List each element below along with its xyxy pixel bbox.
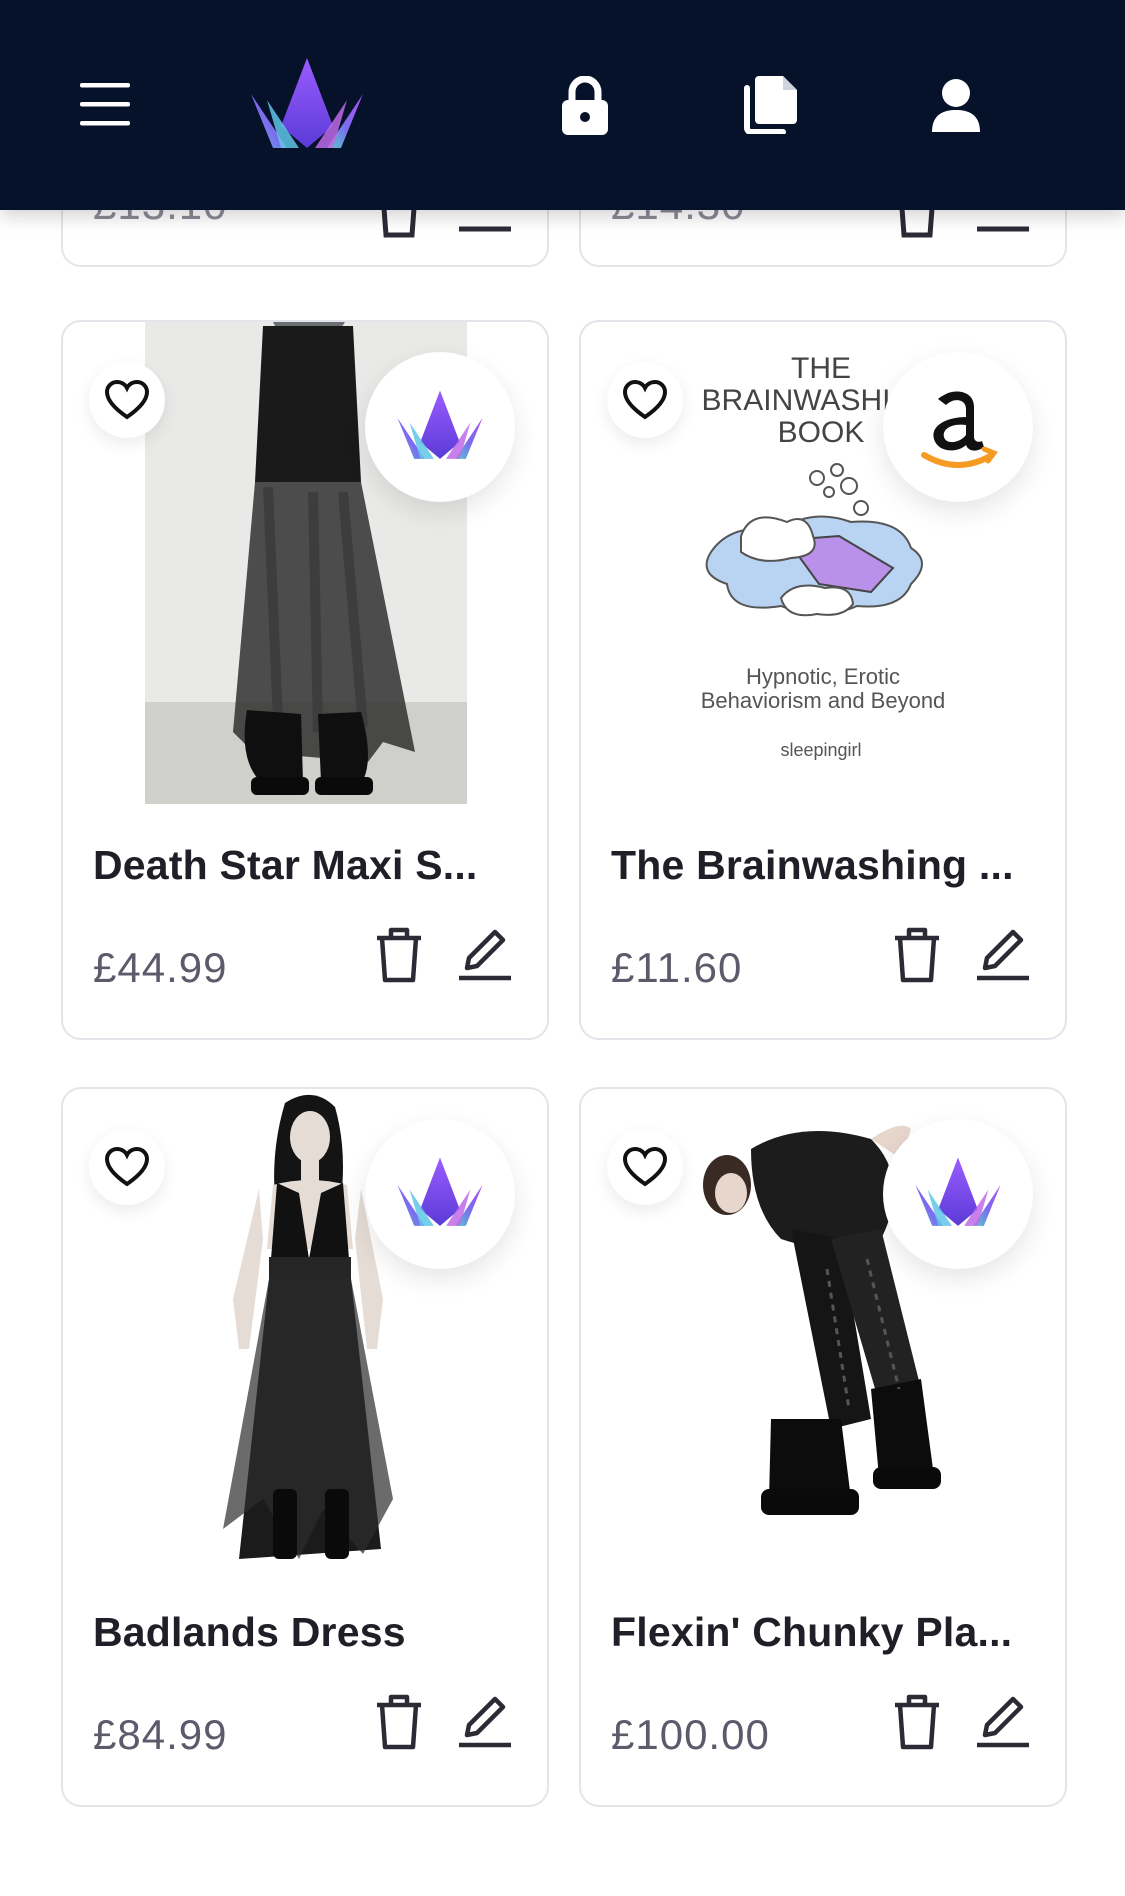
product-title[interactable]: Flexin' Chunky Pla... — [611, 1609, 1031, 1656]
pencil-edit-icon[interactable] — [975, 1693, 1031, 1749]
trash-icon[interactable] — [891, 926, 943, 984]
book-cover-author: sleepingirl — [780, 740, 861, 760]
product-price: £84.99 — [93, 1711, 228, 1758]
crown-logo-icon — [912, 1156, 1004, 1232]
product-card[interactable]: Flexin' Chunky Pla... £100.00 — [579, 1087, 1067, 1807]
product-price: £100.00 — [611, 1711, 770, 1758]
crown-logo-icon[interactable] — [246, 56, 368, 156]
book-cover-subtitle: Behaviorism and Beyond — [701, 688, 946, 713]
book-cover-subtitle: Hypnotic, Erotic — [746, 664, 900, 689]
product-card[interactable]: THE BRAINWASHI BOOK Hypnotic, Erotic Beh… — [579, 320, 1067, 1040]
user-profile-icon[interactable] — [930, 78, 982, 134]
pencil-edit-icon[interactable] — [457, 1693, 513, 1749]
trash-icon[interactable] — [891, 1693, 943, 1751]
lock-icon[interactable] — [560, 75, 610, 136]
copy-documents-icon[interactable] — [743, 74, 799, 135]
product-price: £44.99 — [93, 944, 228, 991]
pencil-edit-icon[interactable] — [975, 926, 1031, 982]
product-price: £11.60 — [611, 944, 743, 991]
favorite-button[interactable] — [89, 362, 165, 438]
book-cover-heading: BOOK — [778, 416, 865, 449]
favorite-button[interactable] — [607, 1129, 683, 1205]
crown-logo-icon — [394, 1156, 486, 1232]
product-card[interactable]: Death Star Maxi S... £44.99 — [61, 320, 549, 1040]
crown-store-badge — [883, 1119, 1033, 1269]
product-title[interactable]: Death Star Maxi S... — [93, 842, 513, 889]
book-cover-heading: BRAINWASHI — [702, 384, 891, 417]
pencil-edit-icon[interactable] — [457, 926, 513, 982]
book-cover-heading: THE — [791, 352, 851, 385]
heart-icon — [623, 380, 667, 420]
crown-store-badge — [365, 1119, 515, 1269]
trash-icon[interactable] — [373, 1693, 425, 1751]
crown-store-badge — [365, 352, 515, 502]
amazon-logo-icon — [921, 391, 998, 468]
amazon-store-badge — [883, 352, 1033, 502]
top-navigation-bar — [0, 0, 1125, 210]
favorite-button[interactable] — [607, 362, 683, 438]
heart-icon — [623, 1147, 667, 1187]
product-title[interactable]: Badlands Dress — [93, 1609, 513, 1656]
trash-icon[interactable] — [373, 926, 425, 984]
favorite-button[interactable] — [89, 1129, 165, 1205]
crown-logo-icon — [394, 389, 486, 465]
product-title[interactable]: The Brainwashing ... — [611, 842, 1031, 889]
heart-icon — [105, 380, 149, 420]
hamburger-menu-icon[interactable] — [78, 80, 132, 128]
heart-icon — [105, 1147, 149, 1187]
product-card[interactable]: Badlands Dress £84.99 — [61, 1087, 549, 1807]
